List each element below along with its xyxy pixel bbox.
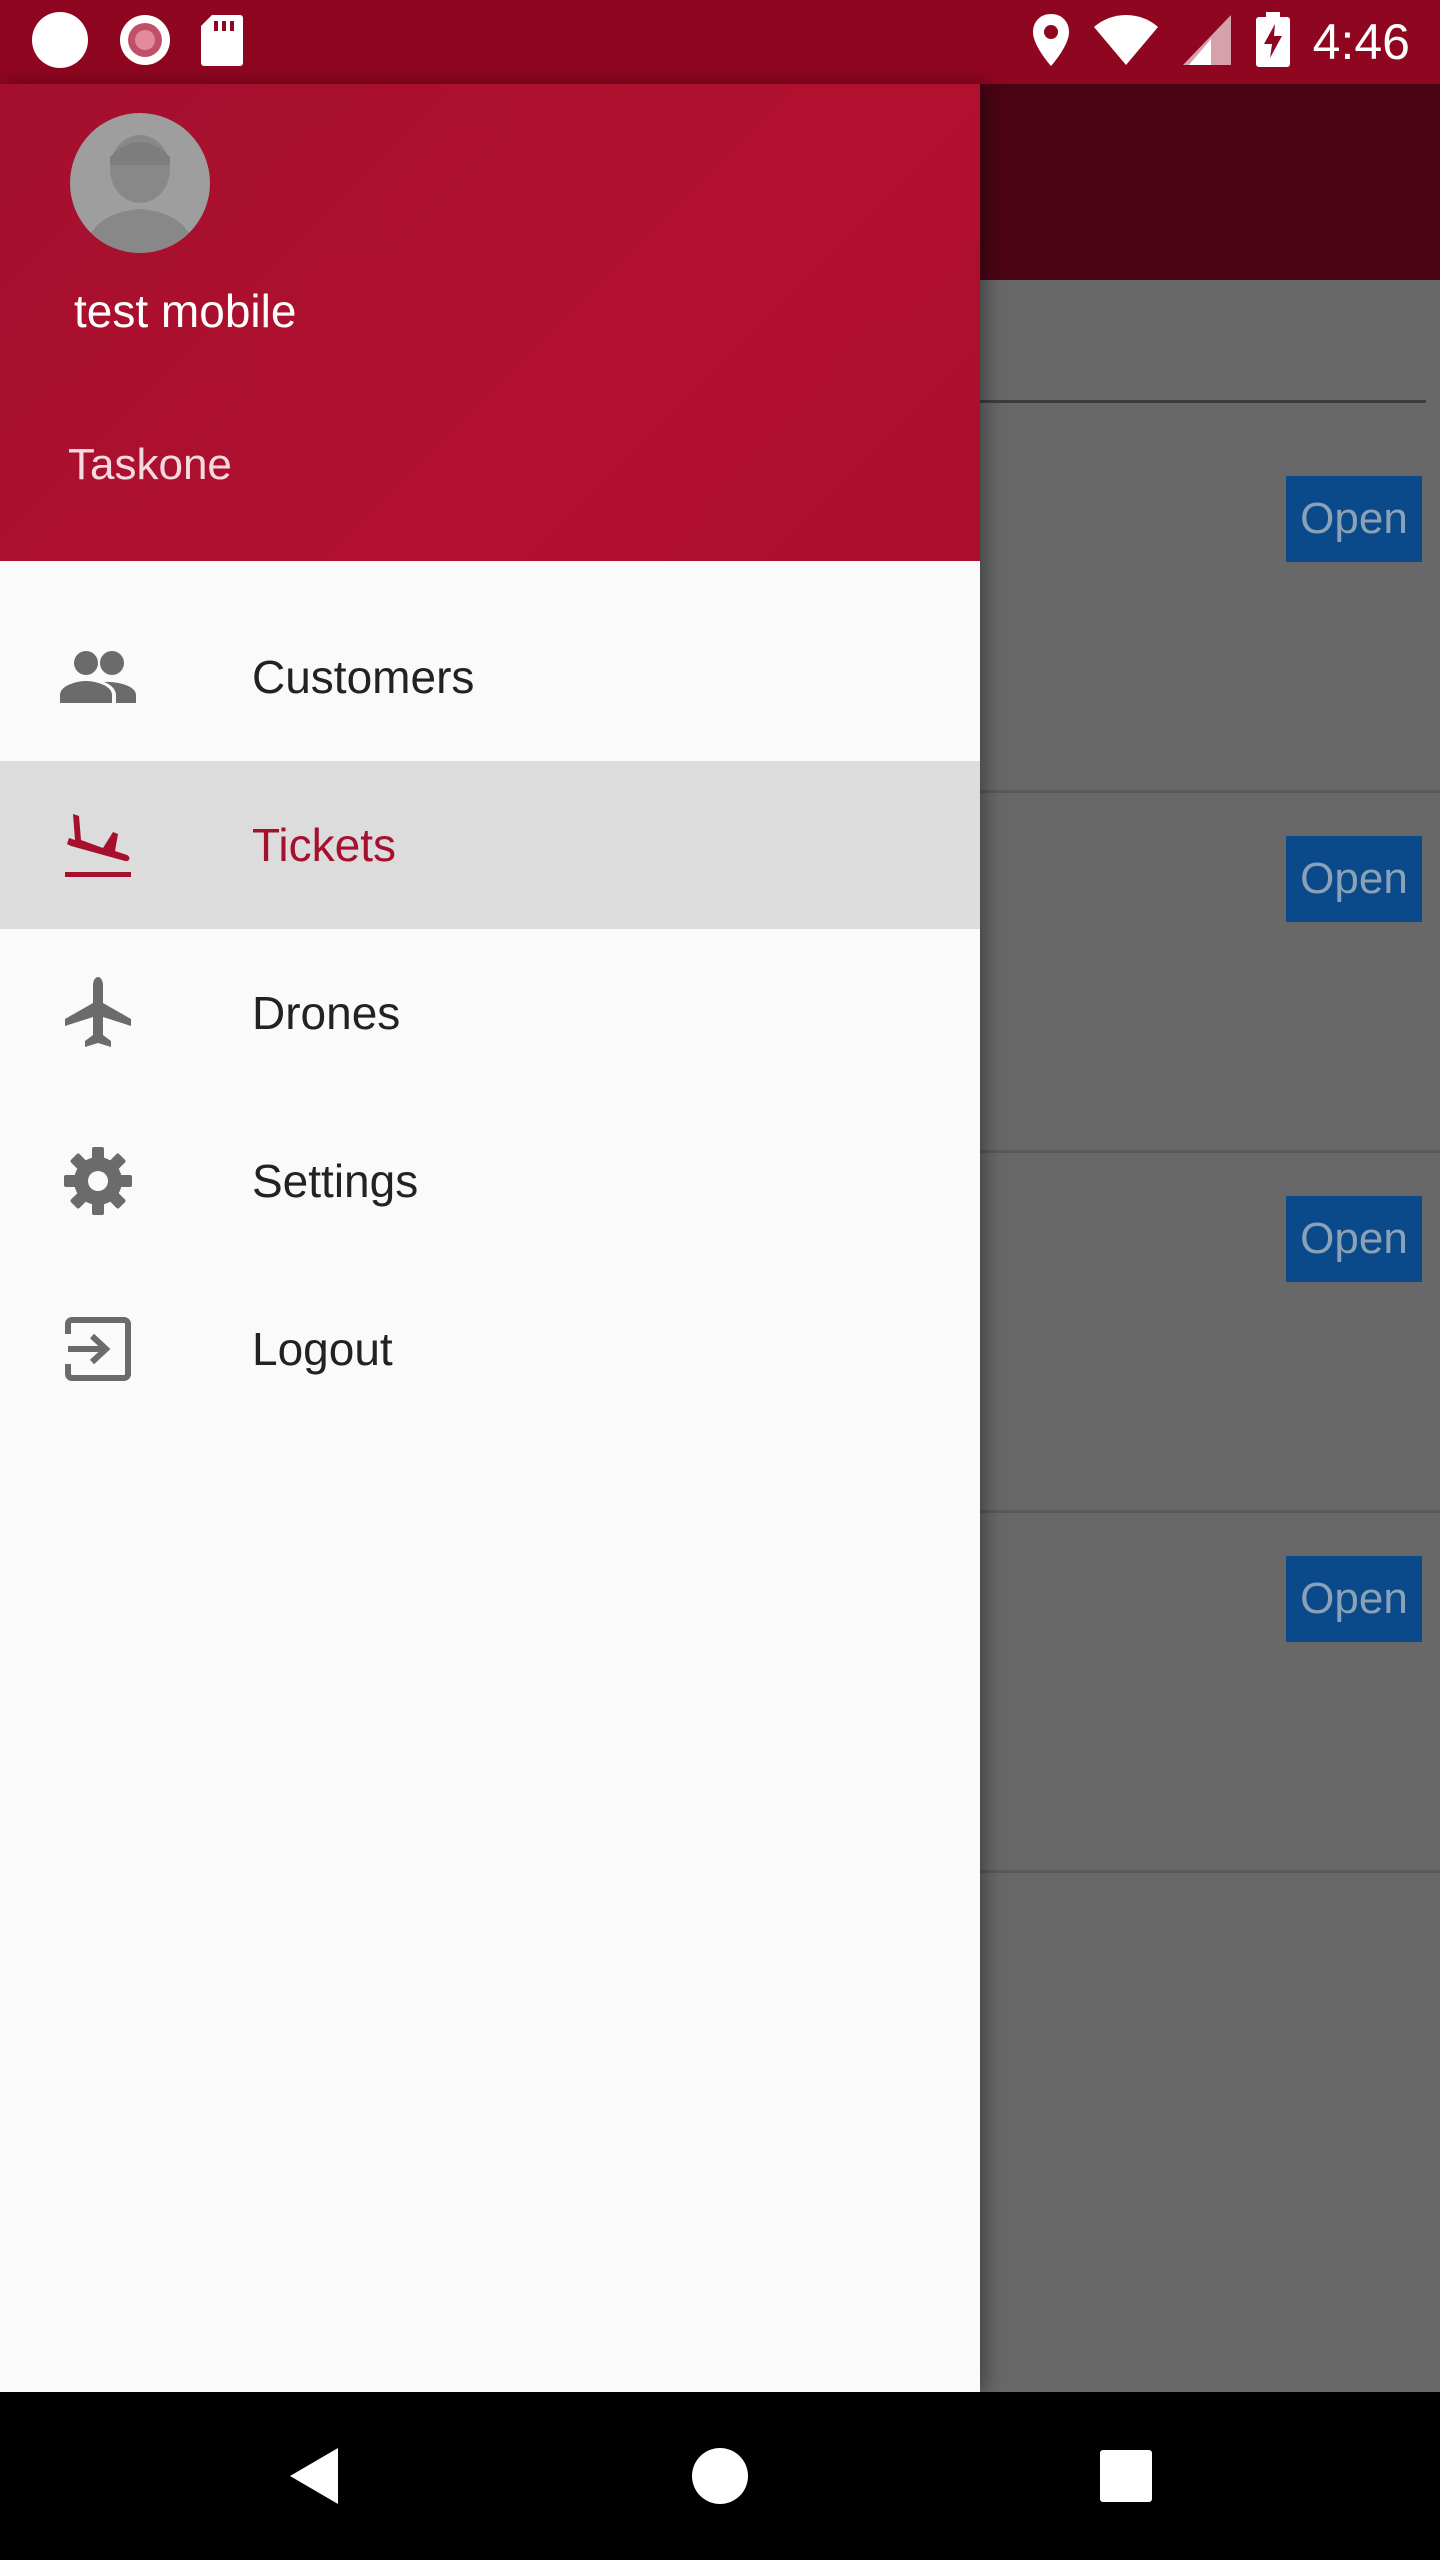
flight-land-icon [58,805,138,885]
exit-icon [58,1309,138,1389]
menu-label-drones: Drones [252,987,401,1039]
user-name: test mobile [74,285,297,337]
open-status-badge: Open [1286,1196,1422,1282]
menu-label-settings: Settings [252,1155,419,1207]
recents-square-icon [1100,2450,1152,2502]
cell-signal-icon [1181,13,1233,71]
background-ticket-card: Open [980,1510,1440,1873]
user-silhouette-icon [84,135,196,253]
airplane-icon [58,973,138,1053]
background-tab-indicator [980,400,1426,403]
menu-item-tickets[interactable]: Tickets [0,761,980,929]
record-icon [118,13,172,71]
home-button[interactable] [680,2436,760,2516]
circle-notification-icon [30,10,90,74]
sd-card-icon [200,13,244,71]
status-bar: 4:46 [0,0,1440,84]
drawer-header: test mobile Taskone [0,84,980,561]
organization-name: Taskone [68,440,232,489]
back-button[interactable] [274,2436,354,2516]
recents-button[interactable] [1086,2436,1166,2516]
menu-label-customers: Customers [252,651,475,703]
background-ticket-card: Open [980,1150,1440,1513]
location-icon [1031,12,1071,72]
home-circle-icon [692,2448,748,2504]
navigation-drawer: test mobile Taskone Customers Tickets Dr… [0,84,980,2392]
background-ticket-card: Open [980,430,1440,793]
drawer-menu: Customers Tickets Drones Settings Logout [0,561,980,1433]
back-triangle-icon [290,2448,338,2504]
gear-icon [58,1141,138,1221]
status-time: 4:46 [1312,14,1410,70]
open-status-badge: Open [1286,836,1422,922]
menu-item-drones[interactable]: Drones [0,929,980,1097]
menu-item-logout[interactable]: Logout [0,1265,980,1433]
background-app-bar [980,84,1440,280]
wifi-icon [1093,13,1159,71]
menu-label-tickets: Tickets [252,819,396,871]
system-navigation-bar [0,2392,1440,2560]
battery-charging-icon [1255,12,1291,72]
background-ticket-card: Open [980,790,1440,1153]
avatar[interactable] [70,113,210,253]
menu-label-logout: Logout [252,1323,393,1375]
menu-item-settings[interactable]: Settings [0,1097,980,1265]
open-status-badge: Open [1286,476,1422,562]
open-status-badge: Open [1286,1556,1422,1642]
menu-item-customers[interactable]: Customers [0,593,980,761]
people-icon [58,637,138,717]
